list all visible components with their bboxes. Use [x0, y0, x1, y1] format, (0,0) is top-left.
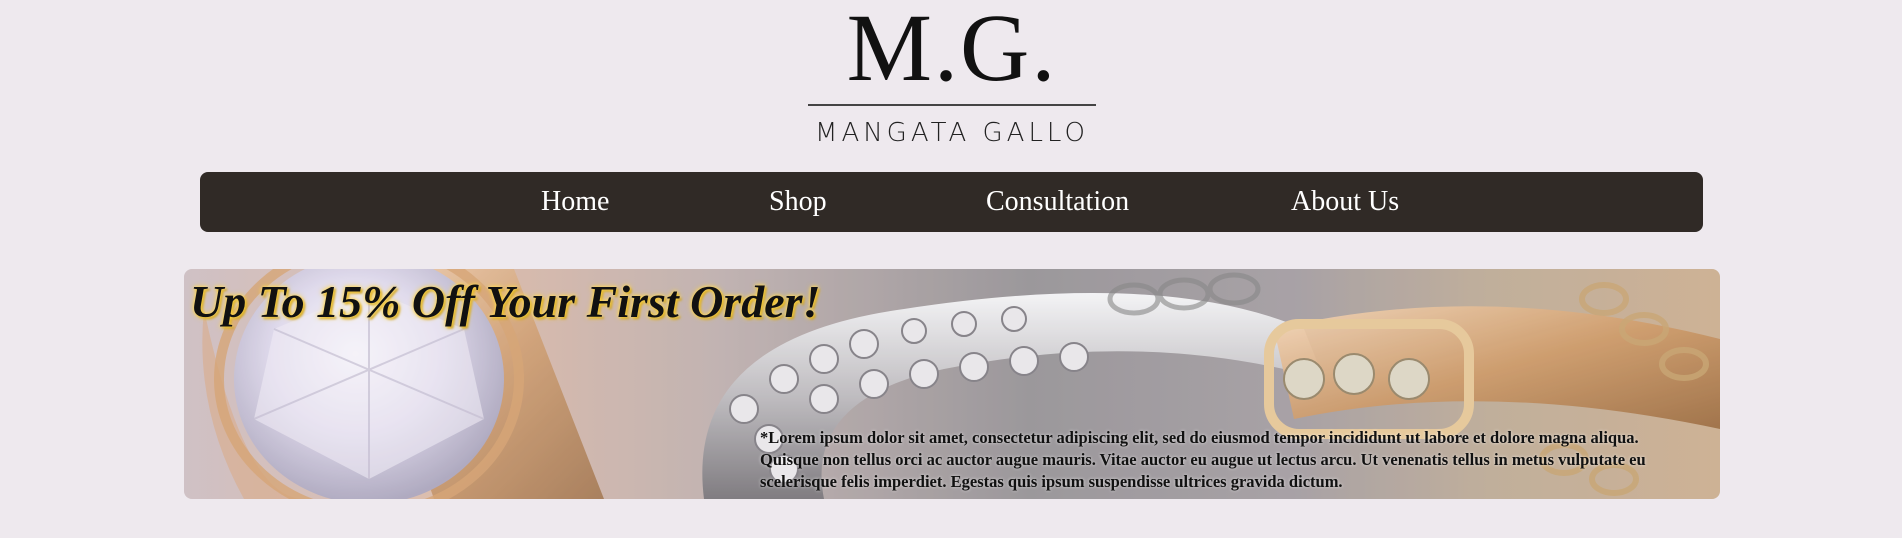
- page: M.G. MANGATA GALLO Home Shop Consultatio…: [0, 0, 1902, 538]
- nav-item-consultation[interactable]: Consultation: [986, 172, 1129, 232]
- nav-item-home[interactable]: Home: [541, 172, 609, 232]
- promo-disclaimer: *Lorem ipsum dolor sit amet, consectetur…: [760, 428, 1646, 491]
- logo-wordmark: MANGATA GALLO: [815, 118, 1089, 148]
- nav-item-shop[interactable]: Shop: [769, 172, 827, 232]
- logo-divider: [808, 104, 1096, 106]
- nav-item-about-us[interactable]: About Us: [1291, 172, 1399, 232]
- site-logo[interactable]: M.G. MANGATA GALLO: [808, 0, 1096, 148]
- promo-banner[interactable]: Up To 15% Off Your First Order! *Lorem i…: [184, 269, 1720, 499]
- promo-headline: Up To 15% Off Your First Order!: [190, 276, 821, 327]
- logo-monogram: M.G.: [846, 0, 1058, 101]
- main-nav: Home Shop Consultation About Us: [200, 172, 1703, 232]
